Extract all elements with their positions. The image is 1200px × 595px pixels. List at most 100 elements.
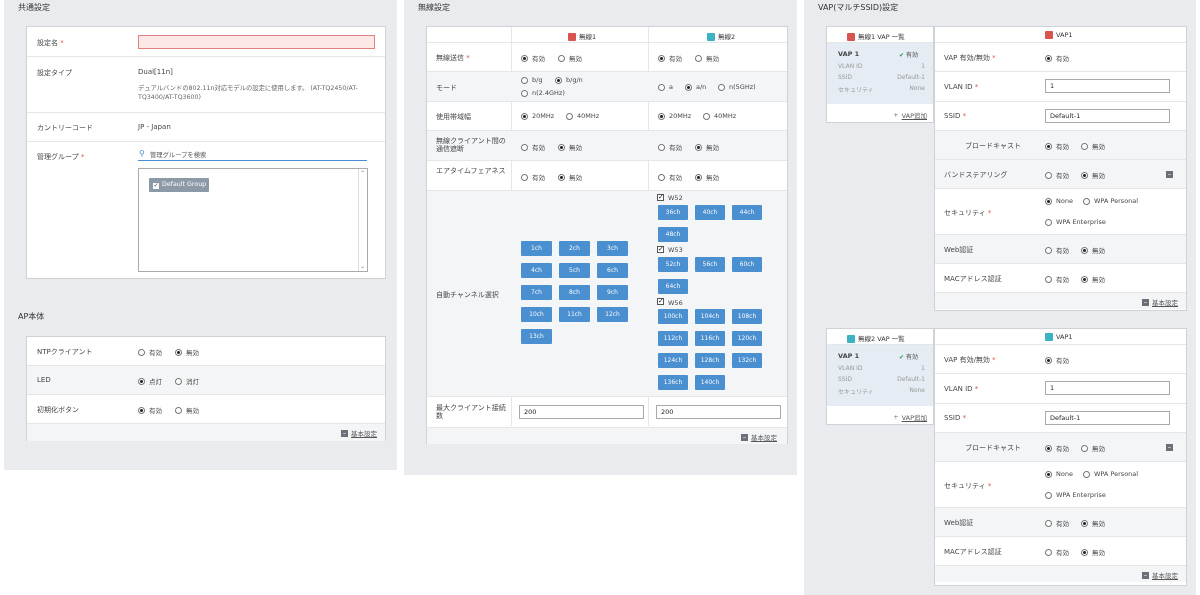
group-item-default[interactable]: ✓ Default Group <box>149 178 209 192</box>
vap-basic-settings-link[interactable]: – 基本設定 <box>1142 297 1178 307</box>
collapse-icon[interactable]: – <box>1166 444 1173 451</box>
channel-button[interactable]: 13ch <box>521 329 552 344</box>
mac-on-radio[interactable]: 有効 <box>1045 547 1069 557</box>
iso1-off-radio[interactable]: 無効 <box>558 142 582 152</box>
led-on-radio[interactable]: 点灯 <box>138 376 162 386</box>
vap-list-item[interactable]: VAP 1 ✔ 有効 VLAN ID 1 SSID Default-1 セキュリ… <box>827 345 933 406</box>
channel-button[interactable]: 5ch <box>559 263 590 278</box>
channel-button[interactable]: 108ch <box>732 309 762 324</box>
air1-off-radio[interactable]: 無効 <box>558 172 582 182</box>
vap-list-item[interactable]: VAP 1 ✔ 有効 VLAN ID 1 SSID Default-1 セキュリ… <box>827 43 933 104</box>
channel-button[interactable]: 40ch <box>695 205 725 220</box>
mode-n24-radio[interactable]: n(2.4GHz) <box>521 89 565 97</box>
channel-button[interactable]: 60ch <box>732 257 762 272</box>
security-wpa-personal-radio[interactable]: WPA Personal <box>1083 197 1138 205</box>
collapse-icon[interactable]: – <box>1166 171 1173 178</box>
band-on-radio[interactable]: 有効 <box>1045 170 1069 180</box>
channel-button[interactable]: 140ch <box>695 375 725 390</box>
iso2-on-radio[interactable]: 有効 <box>658 142 682 152</box>
bw1-20-radio[interactable]: 20MHz <box>521 112 554 120</box>
channel-button[interactable]: 4ch <box>521 263 552 278</box>
scroll-down-icon[interactable]: ⌄ <box>360 263 365 270</box>
mac-on-radio[interactable]: 有効 <box>1045 274 1069 284</box>
web-on-radio[interactable]: 有効 <box>1045 518 1069 528</box>
security-none-radio[interactable]: None <box>1045 470 1073 478</box>
mode-an-radio[interactable]: a/n <box>685 83 706 91</box>
scroll-up-icon[interactable]: ⌃ <box>360 170 365 177</box>
add-vap-link[interactable]: + VAP追加 <box>893 412 927 422</box>
bw2-40-radio[interactable]: 40MHz <box>703 112 736 120</box>
w56-checkbox[interactable]: ✓ <box>657 298 664 305</box>
channel-button[interactable]: 12ch <box>597 307 628 322</box>
mac-off-radio[interactable]: 無効 <box>1081 274 1105 284</box>
group-listbox[interactable]: ✓ Default Group ⌃ ⌄ <box>138 168 368 272</box>
mac-off-radio[interactable]: 無効 <box>1081 547 1105 557</box>
air2-on-radio[interactable]: 有効 <box>658 172 682 182</box>
web-off-radio[interactable]: 無効 <box>1081 518 1105 528</box>
channel-button[interactable]: 7ch <box>521 285 552 300</box>
channel-button[interactable]: 8ch <box>559 285 590 300</box>
security-wpa-enterprise-radio[interactable]: WPA Enterprise <box>1045 218 1106 226</box>
channel-button[interactable]: 136ch <box>658 375 688 390</box>
channel-button[interactable]: 52ch <box>658 257 688 272</box>
band-off-radio[interactable]: 無効 <box>1081 170 1105 180</box>
channel-button[interactable]: 3ch <box>597 241 628 256</box>
mode-a-radio[interactable]: a <box>658 83 673 91</box>
channel-button[interactable]: 9ch <box>597 285 628 300</box>
channel-button[interactable]: 56ch <box>695 257 725 272</box>
setting-name-input[interactable] <box>138 35 375 49</box>
bw2-20-radio[interactable]: 20MHz <box>658 112 691 120</box>
vap-enable-radio[interactable]: 有効 <box>1045 53 1069 63</box>
w53-checkbox[interactable]: ✓ <box>657 246 664 253</box>
channel-button[interactable]: 128ch <box>695 353 725 368</box>
vap-basic-settings-link[interactable]: – 基本設定 <box>1142 570 1178 580</box>
reset-off-radio[interactable]: 無効 <box>175 405 199 415</box>
tx1-on-radio[interactable]: 有効 <box>521 53 545 63</box>
channel-button[interactable]: 104ch <box>695 309 725 324</box>
security-wpa-enterprise-radio[interactable]: WPA Enterprise <box>1045 491 1106 499</box>
vap-enable-radio[interactable]: 有効 <box>1045 355 1069 365</box>
channel-button[interactable]: 2ch <box>559 241 590 256</box>
broadcast-on-radio[interactable]: 有効 <box>1045 443 1069 453</box>
vlan-id-input[interactable]: 1 <box>1045 381 1170 395</box>
tx2-on-radio[interactable]: 有効 <box>658 53 682 63</box>
max-clients-2-input[interactable]: 200 <box>656 405 781 419</box>
wireless-basic-settings-link[interactable]: – 基本設定 <box>741 432 777 442</box>
air1-on-radio[interactable]: 有効 <box>521 172 545 182</box>
channel-button[interactable]: 100ch <box>658 309 688 324</box>
ntp-off-radio[interactable]: 無効 <box>175 347 199 357</box>
reset-on-radio[interactable]: 有効 <box>138 405 162 415</box>
broadcast-on-radio[interactable]: 有効 <box>1045 141 1069 151</box>
channel-button[interactable]: 124ch <box>658 353 688 368</box>
security-none-radio[interactable]: None <box>1045 197 1073 205</box>
channel-button[interactable]: 1ch <box>521 241 552 256</box>
channel-button[interactable]: 120ch <box>732 331 762 346</box>
security-wpa-personal-radio[interactable]: WPA Personal <box>1083 470 1138 478</box>
channel-button[interactable]: 112ch <box>658 331 688 346</box>
air2-off-radio[interactable]: 無効 <box>695 172 719 182</box>
w52-checkbox[interactable]: ✓ <box>657 194 664 201</box>
group-search-input[interactable]: ⚲ 管理グループを検索 <box>138 149 367 161</box>
tx2-off-radio[interactable]: 無効 <box>695 53 719 63</box>
channel-button[interactable]: 6ch <box>597 263 628 278</box>
vlan-id-input[interactable]: 1 <box>1045 79 1170 93</box>
mode-bg-radio[interactable]: b/g <box>521 76 542 84</box>
web-on-radio[interactable]: 有効 <box>1045 245 1069 255</box>
mode-n5-radio[interactable]: n(5GHz) <box>718 83 756 91</box>
iso1-on-radio[interactable]: 有効 <box>521 142 545 152</box>
channel-button[interactable]: 48ch <box>658 227 688 242</box>
bw1-40-radio[interactable]: 40MHz <box>566 112 599 120</box>
broadcast-off-radio[interactable]: 無効 <box>1081 443 1105 453</box>
listbox-scrollbar[interactable]: ⌃ ⌄ <box>358 169 367 271</box>
channel-button[interactable]: 44ch <box>732 205 762 220</box>
web-off-radio[interactable]: 無効 <box>1081 245 1105 255</box>
channel-button[interactable]: 116ch <box>695 331 725 346</box>
tx1-off-radio[interactable]: 無効 <box>558 53 582 63</box>
channel-button[interactable]: 36ch <box>658 205 688 220</box>
ap-basic-settings-link[interactable]: – 基本設定 <box>341 428 377 438</box>
channel-button[interactable]: 11ch <box>559 307 590 322</box>
ssid-input[interactable]: Default-1 <box>1045 411 1170 425</box>
add-vap-link[interactable]: + VAP追加 <box>893 110 927 120</box>
led-off-radio[interactable]: 消灯 <box>175 376 199 386</box>
mode-bgn-radio[interactable]: b/g/n <box>555 76 583 84</box>
